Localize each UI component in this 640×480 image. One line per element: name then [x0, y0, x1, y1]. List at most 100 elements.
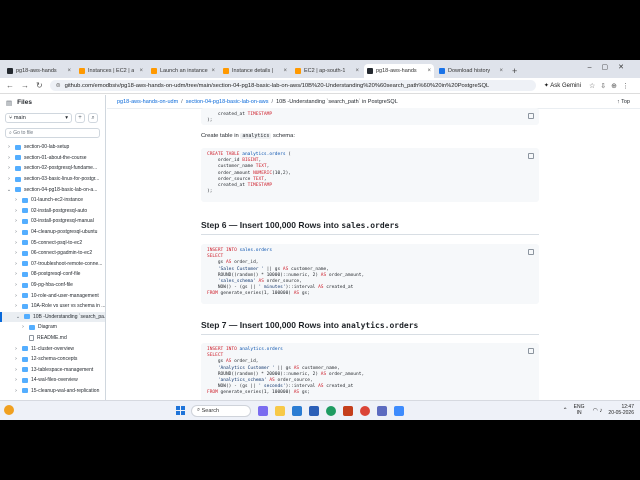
language-indicator[interactable]: ENG IN — [574, 404, 585, 416]
top-button[interactable]: ↑ Top — [617, 99, 630, 105]
chevron-icon[interactable]: › — [13, 261, 19, 267]
taskbar-app-teams-icon[interactable] — [309, 405, 319, 416]
chevron-icon[interactable]: › — [13, 282, 19, 288]
chevron-icon[interactable]: ⌄ — [15, 314, 21, 320]
taskbar-app-edge-icon[interactable] — [326, 405, 336, 416]
sidebar-toggle-icon[interactable]: ▤ — [6, 99, 12, 107]
tree-item[interactable]: › 10-role-and-user-management — [0, 290, 105, 301]
add-file-button[interactable]: + — [75, 113, 85, 123]
browser-tab[interactable]: Launch an instance × — [148, 64, 218, 78]
taskbar-app-other-icon[interactable] — [377, 405, 387, 416]
tree-item[interactable]: › Diagram — [0, 322, 105, 333]
chevron-icon[interactable]: › — [13, 377, 19, 383]
search-icon[interactable]: ⌕ — [88, 113, 98, 123]
new-tab-button[interactable]: + — [512, 64, 517, 78]
go-to-file-input[interactable]: ⌕ Go to file — [5, 128, 100, 138]
tab-close-icon[interactable]: × — [427, 68, 431, 74]
forward-icon[interactable]: → — [21, 81, 29, 90]
chevron-icon[interactable]: › — [13, 197, 19, 203]
tree-item[interactable]: › 08-postgresql-conf-file — [0, 269, 105, 280]
tree-item[interactable]: › section-03-basic-linux-for-postgr... — [0, 174, 105, 185]
browser-tab[interactable]: Instance details | × — [220, 64, 290, 78]
taskbar-app-word-icon[interactable] — [394, 405, 404, 416]
chevron-icon[interactable]: › — [13, 367, 19, 373]
tab-close-icon[interactable]: × — [211, 68, 215, 74]
chevron-icon[interactable]: › — [20, 324, 26, 330]
tree-item[interactable]: › 01-launch-ec2-instance — [0, 195, 105, 206]
tree-item[interactable]: › 13-tablespace-management — [0, 364, 105, 375]
chevron-icon[interactable]: › — [13, 303, 19, 309]
copy-icon[interactable] — [528, 348, 534, 354]
branch-selector[interactable]: ⑂ main ▾ — [5, 113, 72, 123]
chevron-icon[interactable]: › — [13, 229, 19, 235]
taskbar-app-vscode-icon[interactable] — [292, 405, 302, 416]
copy-icon[interactable] — [528, 249, 534, 255]
toolbar-icons[interactable]: ☆⇩⊕⋮ — [589, 82, 634, 90]
tree-item[interactable]: › 02-install-postgresql-auto — [0, 206, 105, 217]
tree-item[interactable]: › 15-cleanup-wal-and-replication — [0, 386, 105, 397]
clock[interactable]: 12:47 20-05-2026 — [608, 404, 634, 416]
tree-item[interactable]: › section-00-lab-setup — [0, 142, 105, 153]
browser-tab[interactable]: Download history × — [436, 64, 506, 78]
chevron-icon[interactable]: ⌄ — [6, 187, 12, 193]
file-tree-sidebar: ▤ Files ⑂ main ▾ + ⌕ ⌕ Go to file › sectio… — [0, 95, 106, 420]
wifi-volume-icon[interactable]: ◠ ♪ — [593, 407, 603, 414]
taskbar-app-office-icon[interactable] — [343, 405, 353, 416]
chevron-icon[interactable]: › — [13, 346, 19, 352]
start-button[interactable] — [176, 406, 185, 415]
taskbar-app-copilot-icon[interactable] — [258, 405, 268, 416]
chevron-icon[interactable]: › — [13, 271, 19, 277]
tree-item[interactable]: › 07-troubleshoot-remote-conne... — [0, 259, 105, 270]
url-field[interactable]: ⊜ github.com/emodbsiv/pg18-aws-hands-on-… — [49, 80, 536, 91]
tree-item[interactable]: › 14-wal-files-overview — [0, 375, 105, 386]
tree-item[interactable]: › 12-schema-concepts — [0, 354, 105, 365]
window-controls[interactable]: –▢✕ — [588, 63, 634, 71]
tree-item[interactable]: › section-01-about-the-course — [0, 153, 105, 164]
tree-item[interactable]: ⌄ 10B -Understanding `search_pa... — [0, 311, 105, 323]
chevron-icon[interactable]: › — [6, 155, 12, 161]
chevron-icon[interactable]: › — [6, 144, 12, 150]
tree-item[interactable]: › 03-install-postgresql-manual — [0, 216, 105, 227]
tree-item[interactable]: › section-02-postgresql-fundame... — [0, 163, 105, 174]
copy-icon[interactable] — [528, 113, 534, 119]
chevron-icon[interactable]: › — [13, 388, 19, 394]
browser-tab[interactable]: EC2 | ap-south-1 × — [292, 64, 362, 78]
tab-close-icon[interactable]: × — [355, 68, 359, 74]
chevron-icon[interactable]: › — [6, 176, 12, 182]
back-icon[interactable]: ← — [6, 81, 14, 90]
tab-close-icon[interactable]: × — [139, 68, 143, 74]
breadcrumb-section[interactable]: section-04-pg18-basic-lab-on-aws — [186, 99, 269, 105]
chevron-icon[interactable]: › — [13, 240, 19, 246]
ask-gemini-button[interactable]: ✦ Ask Gemini — [544, 82, 581, 89]
tree-item[interactable]: › 04-cleanup-postgresql-ubuntu — [0, 227, 105, 238]
chevron-icon[interactable]: › — [13, 356, 19, 362]
tree-item[interactable]: › 05-connect-psql-to-ec2 — [0, 237, 105, 248]
chevron-icon[interactable]: › — [13, 293, 19, 299]
tree-item[interactable]: › 10A-Role vs user vs schema in ... — [0, 301, 105, 312]
weather-icon[interactable] — [4, 405, 14, 415]
site-info-icon[interactable]: ⊜ — [56, 83, 61, 89]
chevron-icon[interactable]: › — [13, 208, 19, 214]
reload-icon[interactable]: ↻ — [36, 81, 43, 90]
tree-item[interactable]: › 11-cluster-overview — [0, 343, 105, 354]
chevron-icon[interactable]: › — [6, 165, 12, 171]
tree-item[interactable]: README.md — [0, 333, 105, 344]
tab-close-icon[interactable]: × — [67, 68, 71, 74]
taskbar-search[interactable]: ⌕ Search — [191, 404, 251, 417]
copy-icon[interactable] — [528, 153, 534, 159]
chevron-icon[interactable]: › — [13, 218, 19, 224]
tree-item[interactable]: ⌄ section-04-pg18-basic-lab-on-a... — [0, 184, 105, 195]
tray-chevron-icon[interactable]: ⌃ — [563, 407, 568, 414]
taskbar-app-explorer-icon[interactable] — [275, 405, 285, 416]
chevron-icon[interactable]: › — [13, 250, 19, 256]
tab-close-icon[interactable]: × — [499, 68, 503, 74]
breadcrumb-repo[interactable]: pg18-aws-hands-on-udm — [117, 99, 178, 105]
folder-icon — [22, 218, 28, 224]
browser-tab[interactable]: pg18-aws-hands × — [4, 64, 74, 78]
tab-close-icon[interactable]: × — [283, 68, 287, 74]
tree-item[interactable]: › 09-pg-hba-conf-file — [0, 280, 105, 291]
browser-tab[interactable]: Instances | EC2 | a × — [76, 64, 146, 78]
tree-item[interactable]: › 06-connect-pgadmin-to-ec2 — [0, 248, 105, 259]
taskbar-app-chrome-icon[interactable] — [360, 405, 370, 416]
browser-tab[interactable]: pg18-aws-hands × — [364, 64, 434, 78]
